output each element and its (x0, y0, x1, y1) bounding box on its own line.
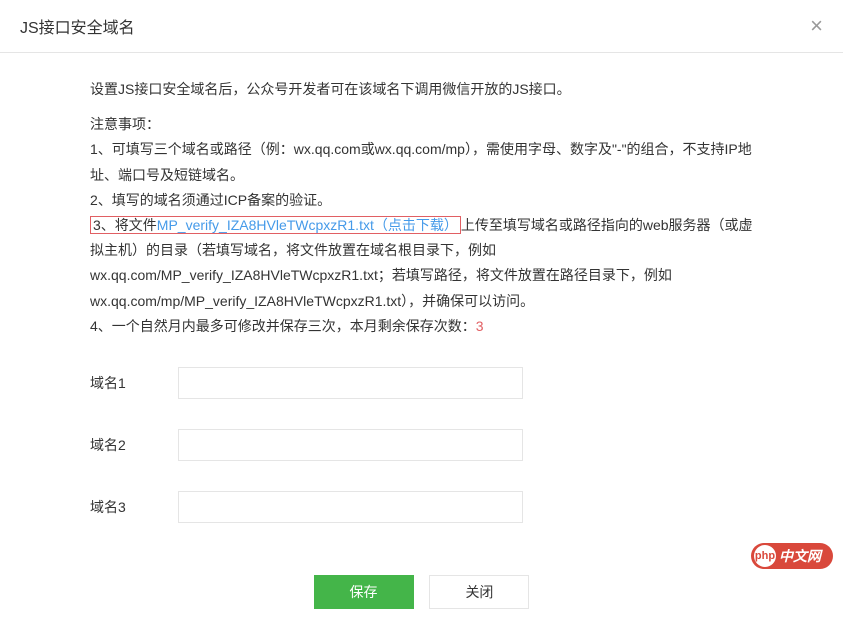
dialog-header: JS接口安全域名 × (0, 0, 843, 53)
domain-label-1: 域名1 (90, 373, 178, 393)
highlighted-segment: 3、将文件MP_verify_IZA8HVleTWcpxzR1.txt（点击下载… (90, 216, 461, 234)
item3-prefix: 3、将文件 (93, 217, 157, 233)
watermark-icon: php (754, 545, 776, 567)
notice-item-4: 4、一个自然月内最多可修改并保存三次，本月剩余保存次数：3 (90, 314, 753, 339)
close-icon[interactable]: × (810, 15, 823, 37)
dialog-footer: 保存 关闭 (0, 563, 843, 621)
domain-label-3: 域名3 (90, 497, 178, 517)
notice-item-3: 3、将文件MP_verify_IZA8HVleTWcpxzR1.txt（点击下载… (90, 213, 753, 314)
domain-row-1: 域名1 (90, 367, 753, 399)
domain-input-1[interactable] (178, 367, 523, 399)
notice-item-2: 2、填写的域名须通过ICP备案的验证。 (90, 188, 753, 213)
close-button[interactable]: 关闭 (429, 575, 529, 609)
watermark-text: 中文网 (779, 546, 821, 566)
verify-file-download-link[interactable]: MP_verify_IZA8HVleTWcpxzR1.txt（点击下载） (157, 217, 458, 233)
domain-row-2: 域名2 (90, 429, 753, 461)
save-button[interactable]: 保存 (314, 575, 414, 609)
notice-item-1: 1、可填写三个域名或路径（例：wx.qq.com或wx.qq.com/mp），需… (90, 137, 753, 187)
notice-title: 注意事项： (90, 112, 753, 137)
domain-label-2: 域名2 (90, 435, 178, 455)
remaining-count: 3 (476, 318, 484, 334)
intro-text: 设置JS接口安全域名后，公众号开发者可在该域名下调用微信开放的JS接口。 (90, 77, 753, 102)
domain-form: 域名1 域名2 域名3 (90, 367, 753, 523)
domain-input-2[interactable] (178, 429, 523, 461)
watermark-badge: php 中文网 (751, 543, 833, 569)
dialog-body: 设置JS接口安全域名后，公众号开发者可在该域名下调用微信开放的JS接口。 注意事… (0, 53, 843, 563)
dialog-title: JS接口安全域名 (20, 14, 135, 38)
item4-text: 4、一个自然月内最多可修改并保存三次，本月剩余保存次数： (90, 318, 476, 334)
domain-row-3: 域名3 (90, 491, 753, 523)
domain-input-3[interactable] (178, 491, 523, 523)
